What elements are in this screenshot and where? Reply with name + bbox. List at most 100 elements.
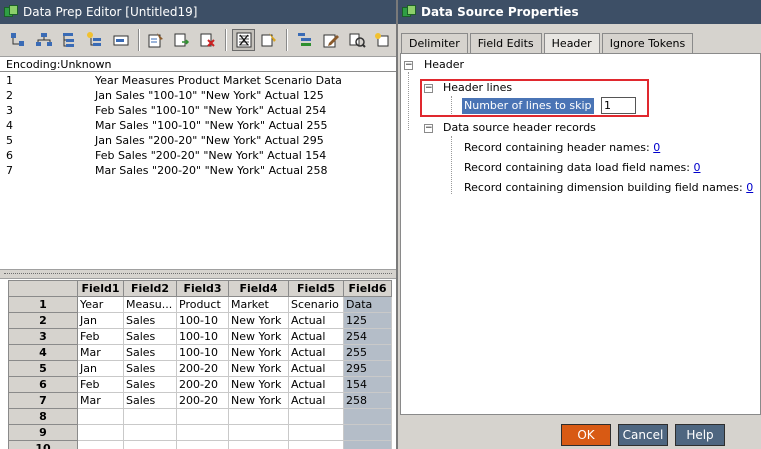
tab-field-edits[interactable]: Field Edits bbox=[469, 33, 542, 53]
select-reject-icon[interactable] bbox=[370, 29, 394, 51]
tab-header[interactable]: Header bbox=[543, 33, 600, 53]
tree-icon[interactable] bbox=[57, 29, 81, 51]
grid-cell[interactable]: Actual bbox=[288, 328, 344, 345]
grid-cell[interactable]: 200-20 bbox=[176, 376, 229, 393]
grid-row-header[interactable]: 8 bbox=[8, 408, 78, 425]
grid-cell[interactable]: New York bbox=[228, 344, 289, 361]
grid-cell[interactable]: 125 bbox=[343, 312, 392, 329]
editor-title-bar[interactable]: Data Prep Editor [Untitled19] bbox=[0, 0, 396, 24]
lines-to-skip-label[interactable]: Number of lines to skip bbox=[462, 98, 594, 114]
grid-row-header[interactable]: 3 bbox=[8, 328, 78, 345]
grid-cell[interactable]: Sales bbox=[123, 360, 177, 377]
grid-cell[interactable]: Market bbox=[228, 296, 289, 313]
record-dim-names-value[interactable]: 0 bbox=[746, 181, 753, 194]
grid-cell[interactable] bbox=[343, 424, 392, 441]
grid-cell[interactable]: 200-20 bbox=[176, 392, 229, 409]
dialog-title-bar[interactable]: Data Source Properties bbox=[398, 0, 761, 24]
header-node[interactable]: Header bbox=[424, 57, 464, 73]
replace-icon[interactable] bbox=[345, 29, 369, 51]
grid-cell[interactable] bbox=[123, 440, 177, 449]
grid-cell[interactable] bbox=[288, 408, 344, 425]
grid-cell[interactable] bbox=[228, 408, 289, 425]
grid-cell[interactable]: 254 bbox=[343, 328, 392, 345]
grid-cell[interactable]: Jan bbox=[77, 360, 124, 377]
grid-cell[interactable]: Data bbox=[343, 296, 392, 313]
grid-cell[interactable] bbox=[288, 440, 344, 449]
grid-cell[interactable]: Sales bbox=[123, 328, 177, 345]
record-load-names-value[interactable]: 0 bbox=[693, 161, 700, 174]
grid-cell[interactable]: Mar bbox=[77, 392, 124, 409]
grid-cell[interactable]: New York bbox=[228, 360, 289, 377]
move-field-icon[interactable] bbox=[170, 29, 194, 51]
grid-cell[interactable]: Actual bbox=[288, 392, 344, 409]
dimension-build-icon[interactable] bbox=[6, 29, 30, 51]
tab-delimiter[interactable]: Delimiter bbox=[401, 33, 468, 53]
grid-cell[interactable] bbox=[343, 440, 392, 449]
grid-cell[interactable] bbox=[77, 424, 124, 441]
grid-cell[interactable]: 100-10 bbox=[176, 312, 229, 329]
field-properties-icon[interactable] bbox=[145, 29, 169, 51]
grid-column-header[interactable]: Field5 bbox=[288, 280, 344, 297]
edit-icon[interactable] bbox=[319, 29, 343, 51]
delete-field-icon[interactable] bbox=[196, 29, 220, 51]
grid-corner-cell[interactable] bbox=[8, 280, 78, 297]
help-button[interactable]: Help bbox=[675, 424, 725, 446]
grid-row-header[interactable]: 6 bbox=[8, 376, 78, 393]
grid-cell[interactable] bbox=[176, 440, 229, 449]
join-fields-icon[interactable] bbox=[257, 29, 281, 51]
ok-button[interactable]: OK bbox=[561, 424, 611, 446]
grid-cell[interactable]: New York bbox=[228, 312, 289, 329]
grid-cell[interactable] bbox=[343, 408, 392, 425]
grid-cell[interactable]: Year bbox=[77, 296, 124, 313]
grid-column-header[interactable]: Field1 bbox=[77, 280, 124, 297]
grid-cell[interactable]: Sales bbox=[123, 376, 177, 393]
grid-cell[interactable]: Actual bbox=[288, 344, 344, 361]
grid-cell[interactable]: Sales bbox=[123, 392, 177, 409]
header-collapse-icon[interactable]: − bbox=[404, 61, 413, 70]
grid-cell[interactable]: Measu... bbox=[123, 296, 177, 313]
grid-cell[interactable] bbox=[77, 408, 124, 425]
hierarchy-icon[interactable] bbox=[32, 29, 56, 51]
grid-cell[interactable]: New York bbox=[228, 392, 289, 409]
grid-cell[interactable] bbox=[176, 424, 229, 441]
grid-cell[interactable]: New York bbox=[228, 376, 289, 393]
grid-cell[interactable]: 100-10 bbox=[176, 344, 229, 361]
grid-cell[interactable] bbox=[228, 440, 289, 449]
tree-add-icon[interactable] bbox=[83, 29, 107, 51]
grid-row-header[interactable]: 5 bbox=[8, 360, 78, 377]
grid-row-header[interactable]: 2 bbox=[8, 312, 78, 329]
grid-column-header[interactable]: Field4 bbox=[228, 280, 289, 297]
header-lines-collapse-icon[interactable]: − bbox=[424, 84, 433, 93]
grid-cell[interactable] bbox=[228, 424, 289, 441]
grid-cell[interactable] bbox=[123, 408, 177, 425]
grid-row-header[interactable]: 9 bbox=[8, 424, 78, 441]
header-records-node[interactable]: Data source header records bbox=[443, 120, 596, 136]
grid-cell[interactable]: Product bbox=[176, 296, 229, 313]
pane-splitter[interactable] bbox=[0, 269, 396, 279]
grid-row-header[interactable]: 10 bbox=[8, 440, 78, 449]
grid-cell[interactable]: Mar bbox=[77, 344, 124, 361]
grid-cell[interactable]: 295 bbox=[343, 360, 392, 377]
grid-column-header[interactable]: Field6 bbox=[343, 280, 392, 297]
grid-cell[interactable]: Feb bbox=[77, 328, 124, 345]
record-header-names-value[interactable]: 0 bbox=[653, 141, 660, 154]
header-records-collapse-icon[interactable]: − bbox=[424, 124, 433, 133]
grid-row-header[interactable]: 1 bbox=[8, 296, 78, 313]
grid-column-header[interactable]: Field2 bbox=[123, 280, 177, 297]
grid-cell[interactable] bbox=[176, 408, 229, 425]
text-field-icon[interactable] bbox=[109, 29, 133, 51]
grid-cell[interactable] bbox=[288, 424, 344, 441]
grid-cell[interactable] bbox=[123, 424, 177, 441]
grid-cell[interactable]: Jan bbox=[77, 312, 124, 329]
grid-cell[interactable]: Scenario bbox=[288, 296, 344, 313]
grid-cell[interactable]: 154 bbox=[343, 376, 392, 393]
grid-cell[interactable]: 100-10 bbox=[176, 328, 229, 345]
grid-column-header[interactable]: Field3 bbox=[176, 280, 229, 297]
tab-ignore-tokens[interactable]: Ignore Tokens bbox=[601, 33, 694, 53]
cancel-button[interactable]: Cancel bbox=[618, 424, 668, 446]
grid-cell[interactable]: Actual bbox=[288, 376, 344, 393]
grid-row-header[interactable]: 4 bbox=[8, 344, 78, 361]
grid-cell[interactable]: 258 bbox=[343, 392, 392, 409]
grid-cell[interactable] bbox=[77, 440, 124, 449]
grid-cell[interactable]: Actual bbox=[288, 360, 344, 377]
